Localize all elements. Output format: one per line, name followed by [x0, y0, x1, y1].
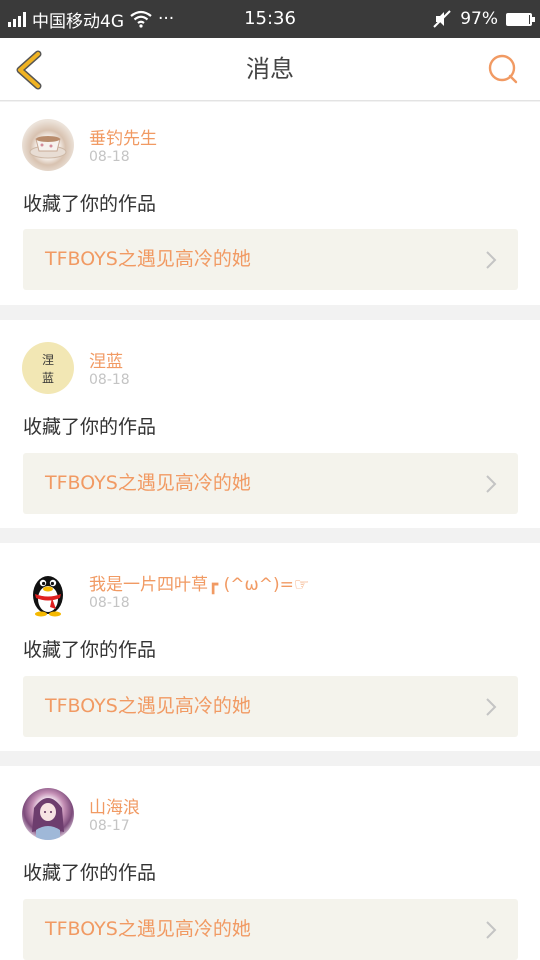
- work-title: TFBOYS之遇见高冷的她: [45, 695, 251, 717]
- user-name[interactable]: 涅蓝: [89, 347, 123, 372]
- anime-avatar-icon: [32, 798, 64, 840]
- nav-bar: 消息: [0, 38, 540, 101]
- user-name[interactable]: 我是一片四叶草┏ (^ω^)=☞: [89, 570, 309, 595]
- teacup-icon: [29, 136, 67, 159]
- work-link[interactable]: TFBOYS之遇见高冷的她: [23, 676, 518, 737]
- work-link[interactable]: TFBOYS之遇见高冷的她: [23, 453, 518, 514]
- work-link[interactable]: TFBOYS之遇见高冷的她: [23, 229, 518, 290]
- work-title: TFBOYS之遇见高冷的她: [45, 918, 251, 940]
- message-card: 山海浪 08-17 收藏了你的作品 TFBOYS之遇见高冷的她: [0, 766, 540, 960]
- penguin-icon: [33, 576, 63, 617]
- battery-icon: [506, 12, 535, 26]
- chevron-right-icon: [486, 475, 497, 493]
- search-icon[interactable]: [486, 52, 520, 86]
- avatar-text-1: 涅: [42, 353, 54, 367]
- page-title: 消息: [246, 55, 294, 83]
- message-date: 08-18: [89, 595, 130, 611]
- message-card: 垂钓先生 08-18 收藏了你的作品 TFBOYS之遇见高冷的她: [0, 102, 540, 305]
- status-bar: 中国移动4G ··· 15:36 97%: [0, 0, 540, 38]
- work-link[interactable]: TFBOYS之遇见高冷的她: [23, 899, 518, 960]
- message-date: 08-17: [89, 818, 130, 834]
- action-text: 收藏了你的作品: [23, 416, 157, 438]
- action-text: 收藏了你的作品: [23, 193, 157, 215]
- battery-percent: 97%: [460, 9, 498, 29]
- chevron-right-icon: [486, 921, 497, 939]
- work-title: TFBOYS之遇见高冷的她: [45, 472, 251, 494]
- user-name[interactable]: 垂钓先生: [89, 124, 157, 149]
- avatar[interactable]: 涅 蓝: [22, 342, 74, 394]
- avatar[interactable]: [22, 119, 74, 171]
- avatar-text-2: 蓝: [42, 371, 54, 385]
- status-right: 97%: [432, 0, 535, 38]
- message-date: 08-18: [89, 149, 130, 165]
- avatar[interactable]: [22, 788, 74, 840]
- avatar[interactable]: [22, 565, 74, 617]
- message-date: 08-18: [89, 372, 130, 388]
- action-text: 收藏了你的作品: [23, 862, 157, 884]
- user-name[interactable]: 山海浪: [89, 793, 140, 818]
- chevron-right-icon: [486, 698, 497, 716]
- message-card: 我是一片四叶草┏ (^ω^)=☞ 08-18 收藏了你的作品 TFBOYS之遇见…: [0, 543, 540, 751]
- mute-icon: [433, 10, 451, 28]
- work-title: TFBOYS之遇见高冷的她: [45, 248, 251, 270]
- action-text: 收藏了你的作品: [23, 639, 157, 661]
- message-card: 涅 蓝 涅蓝 08-18 收藏了你的作品 TFBOYS之遇见高冷的她: [0, 320, 540, 528]
- avatar-calligraphy: 涅 蓝: [42, 353, 54, 385]
- chevron-right-icon: [486, 251, 497, 269]
